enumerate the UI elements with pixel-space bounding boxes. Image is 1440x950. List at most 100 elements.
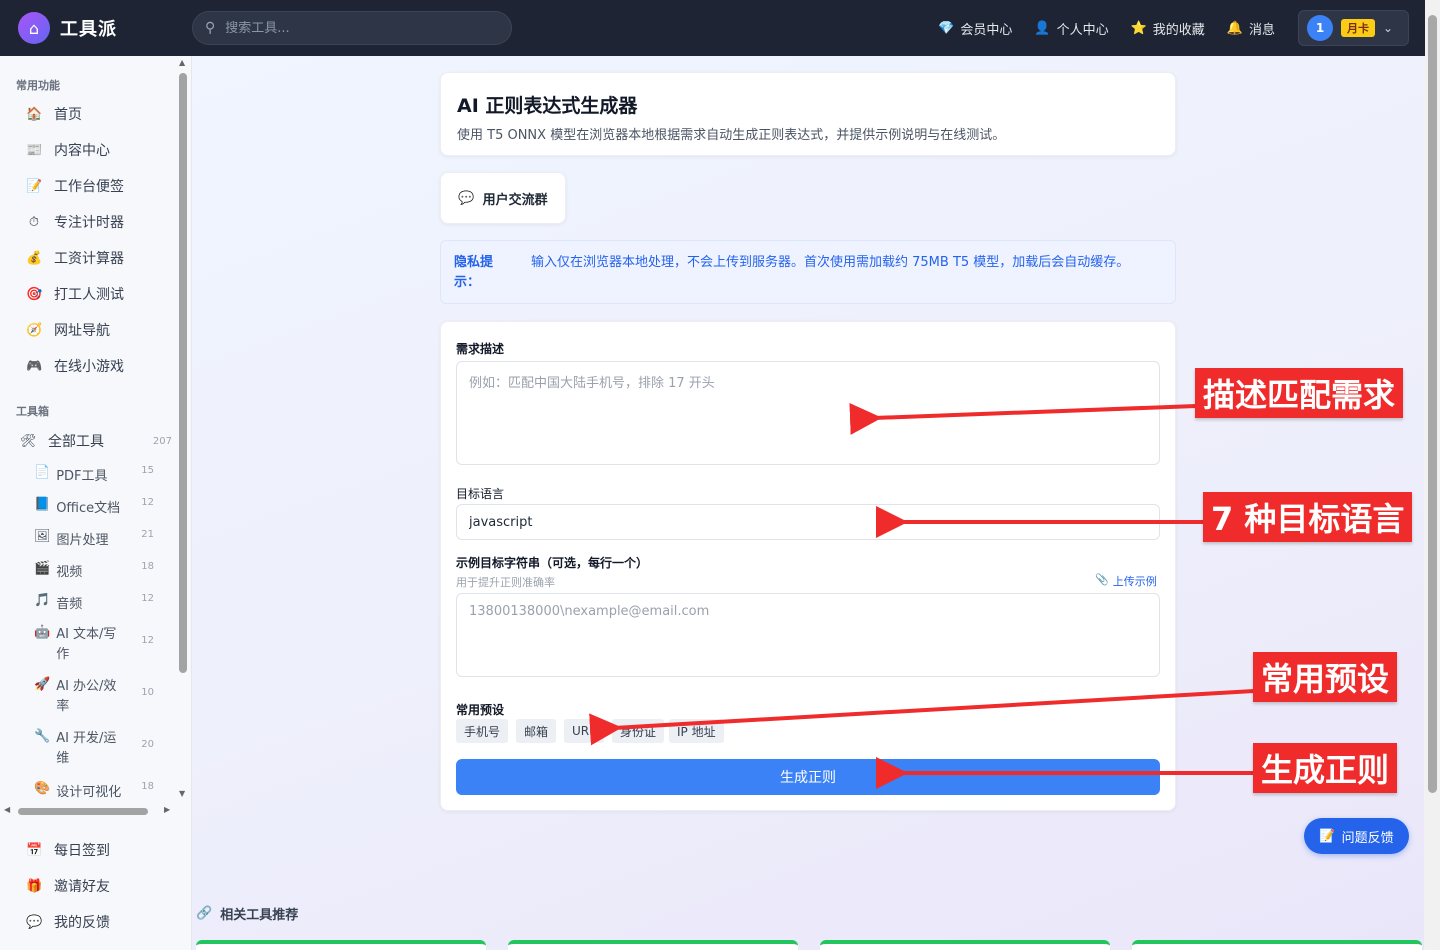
tool-category-video[interactable]: 🎬 视频 18 <box>34 561 174 580</box>
search-input[interactable] <box>225 20 486 36</box>
sidebar-item-label: 在线小游戏 <box>54 359 124 375</box>
tool-category-label: 音频 <box>56 597 83 612</box>
callout-describe: 描述匹配需求 <box>1195 368 1404 418</box>
privacy-notice: 隐私提示： 输入仅在浏览器本地处理，不会上传到服务器。首次使用需加载约 75MB… <box>440 240 1176 304</box>
sidebar-item-games[interactable]: 🎮 在线小游戏 <box>26 356 124 376</box>
sidebar-item-timer[interactable]: ⏱ 专注计时器 <box>26 212 124 232</box>
home-icon: 🏠 <box>26 106 43 122</box>
tool-category-ai-writing[interactable]: 🤖 AI 文本/写作 12 <box>34 625 164 665</box>
diamond-icon: 💎 <box>938 20 955 36</box>
tool-category-ai-dev[interactable]: 🔧 AI 开发/运维 20 <box>34 729 164 769</box>
chevron-down-icon: ⌄ <box>1383 21 1394 35</box>
preset-url[interactable]: URL <box>564 719 604 743</box>
tool-count: 12 <box>141 593 154 604</box>
upload-examples-link[interactable]: 📎 上传示例 <box>1095 573 1157 589</box>
feedback-floating-button[interactable]: 📝 问题反馈 <box>1304 818 1409 854</box>
privacy-label: 隐私提示： <box>454 255 494 290</box>
feedback-label: 问题反馈 <box>1341 830 1394 846</box>
avatar: 1 <box>1307 15 1333 41</box>
tool-category-ai-office[interactable]: 🚀 AI 办公/效率 10 <box>34 677 164 717</box>
scroll-up-icon[interactable]: ▲ <box>179 58 185 67</box>
nav-membership[interactable]: 💎 会员中心 <box>938 19 1012 38</box>
community-button[interactable]: 💬 用户交流群 <box>440 172 566 224</box>
scroll-down-icon[interactable]: ▼ <box>179 789 185 798</box>
tool-count: 18 <box>141 781 154 792</box>
target-icon: 🎯 <box>26 286 43 302</box>
sidebar-item-home[interactable]: 🏠 首页 <box>26 104 82 124</box>
sidebar-item-feedback[interactable]: 💬 我的反馈 <box>26 912 110 932</box>
tool-category-image[interactable]: 🖼 图片处理 21 <box>34 529 174 548</box>
tool-count: 20 <box>141 739 154 750</box>
sidebar-item-salary[interactable]: 💰 工资计算器 <box>26 248 124 268</box>
sidebar-scrollbar[interactable] <box>179 73 187 673</box>
sidebar-item-nav[interactable]: 🧭 网址导航 <box>26 320 110 340</box>
speech-bubble-icon: 💬 <box>26 914 43 930</box>
sidebar-item-label: 工资计算器 <box>54 251 124 267</box>
preset-phone[interactable]: 手机号 <box>456 719 509 743</box>
preset-idcard[interactable]: 身份证 <box>612 719 665 743</box>
tool-category-label: Office文档 <box>56 501 121 516</box>
brand-name: 工具派 <box>60 19 117 40</box>
tool-category-label: 视频 <box>56 565 83 580</box>
compass-icon: 🧭 <box>26 322 43 338</box>
tool-category-audio[interactable]: 🎵 音频 12 <box>34 593 174 612</box>
tool-category-office[interactable]: 📘 Office文档 12 <box>34 497 174 516</box>
related-tool-card[interactable] <box>508 940 798 950</box>
sidebar-item-test[interactable]: 🎯 打工人测试 <box>26 284 124 304</box>
nav-label: 会员中心 <box>960 22 1013 38</box>
tool-count: 12 <box>141 635 154 646</box>
search-box[interactable]: ⚲ <box>192 11 512 45</box>
community-label: 用户交流群 <box>482 192 548 208</box>
sidebar-item-label: 专注计时器 <box>54 215 124 231</box>
related-tool-card[interactable] <box>196 940 486 950</box>
sidebar-item-notes[interactable]: 📝 工作台便签 <box>26 176 124 196</box>
nav-messages[interactable]: 🔔 消息 <box>1227 19 1275 38</box>
nav-label: 个人中心 <box>1056 22 1109 38</box>
title-card: AI 正则表达式生成器 使用 T5 ONNX 模型在浏览器本地根据需求自动生成正… <box>440 72 1176 156</box>
sidebar-item-checkin[interactable]: 📅 每日签到 <box>26 840 110 860</box>
related-tool-card[interactable] <box>820 940 1110 950</box>
target-language-select[interactable] <box>456 504 1160 540</box>
image-icon: 🖼 <box>34 529 51 544</box>
newspaper-icon: 📰 <box>26 142 43 158</box>
tools-icon: 🛠 <box>20 433 37 449</box>
palette-icon: 🎨 <box>34 781 51 796</box>
related-label: 相关工具推荐 <box>220 908 299 923</box>
related-tool-card[interactable] <box>1132 940 1422 950</box>
bell-icon: 🔔 <box>1226 20 1243 36</box>
examples-label: 示例目标字符串（可选，每行一个） <box>456 556 649 570</box>
brand[interactable]: ⌂ 工具派 <box>18 12 117 44</box>
desc-label: 需求描述 <box>456 342 505 356</box>
callout-generate: 生成正则 <box>1253 743 1398 793</box>
examples-textarea[interactable] <box>456 593 1160 677</box>
document-icon: 📘 <box>34 497 51 512</box>
sidebar-item-all-tools[interactable]: 🛠 全部工具 207 <box>20 431 174 451</box>
user-menu[interactable]: 1 月卡 ⌄ <box>1298 10 1409 46</box>
sidebar-horizontal-scrollbar[interactable] <box>18 808 148 815</box>
generate-button[interactable]: 生成正则 <box>456 759 1160 795</box>
star-icon: ⭐ <box>1130 20 1147 36</box>
tool-category-design[interactable]: 🎨 设计可视化 18 <box>34 781 174 800</box>
privacy-text: 输入仅在浏览器本地处理，不会上传到服务器。首次使用需加载约 75MB T5 模型… <box>531 255 1130 270</box>
nav-profile[interactable]: 👤 个人中心 <box>1034 19 1108 38</box>
tool-category-label: AI 文本/写作 <box>56 627 117 662</box>
scroll-right-icon[interactable]: ▶ <box>164 805 170 814</box>
sidebar-item-content[interactable]: 📰 内容中心 <box>26 140 110 160</box>
description-textarea[interactable] <box>456 361 1160 465</box>
page-scrollbar[interactable] <box>1428 15 1437 793</box>
memo-icon: 📝 <box>1319 828 1336 844</box>
nav-label: 消息 <box>1248 22 1275 38</box>
robot-icon: 🤖 <box>34 625 51 640</box>
preset-email[interactable]: 邮箱 <box>516 719 557 743</box>
examples-hint: 用于提升正则准确率 <box>456 576 555 589</box>
tool-category-label: PDF工具 <box>56 469 108 484</box>
nav-favorites[interactable]: ⭐ 我的收藏 <box>1131 19 1205 38</box>
sidebar-item-invite[interactable]: 🎁 邀请好友 <box>26 876 110 896</box>
logo-icon: ⌂ <box>18 12 50 44</box>
section-title-tools: 工具箱 <box>16 405 49 418</box>
scroll-left-icon[interactable]: ◀ <box>4 805 10 814</box>
tool-category-pdf[interactable]: 📄 PDF工具 15 <box>34 465 174 484</box>
tool-count: 15 <box>141 465 154 476</box>
preset-ip[interactable]: IP 地址 <box>669 719 724 743</box>
top-nav: 💎 会员中心 👤 个人中心 ⭐ 我的收藏 🔔 消息 <box>938 0 1275 56</box>
